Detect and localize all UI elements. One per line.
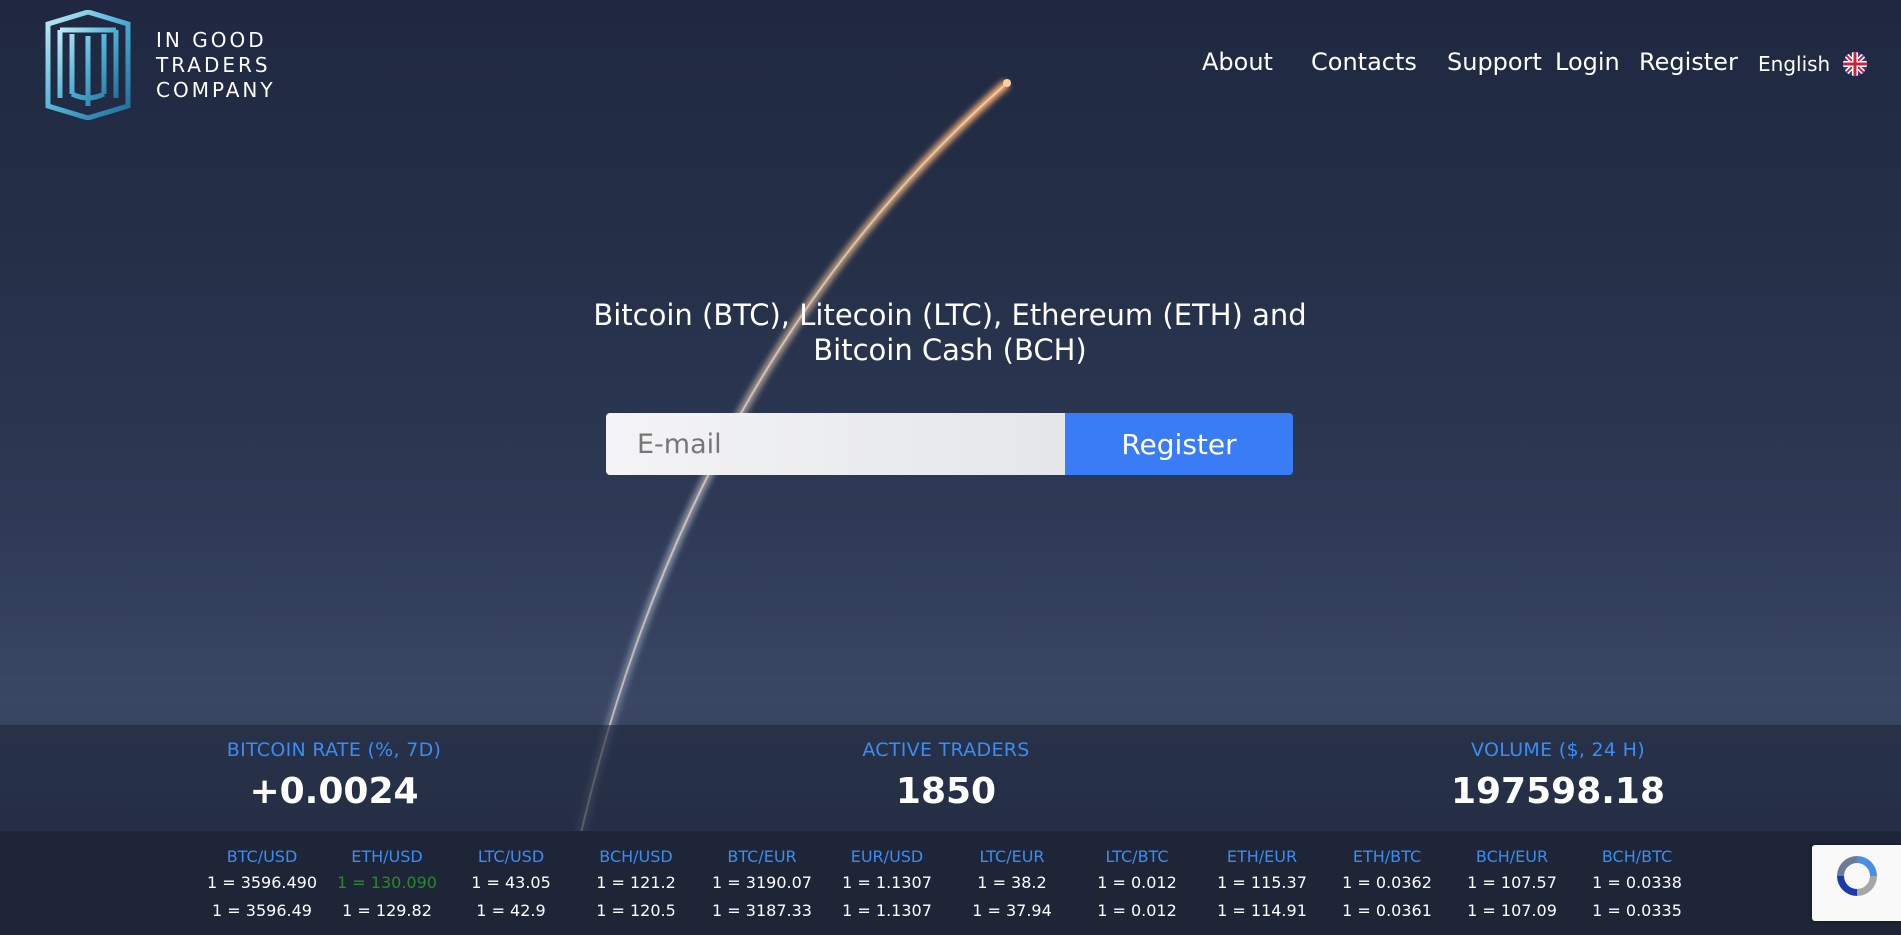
ticker-pair: EUR/USD 1 = 1.1307 1 = 1.1307 [822,847,952,925]
pair-rate-2: 1 = 114.91 [1217,901,1307,920]
pair-rate-1: 1 = 3190.07 [712,873,812,892]
pair-rate-2: 1 = 0.0361 [1342,901,1432,920]
ticker-pair: ETH/BTC 1 = 0.0362 1 = 0.0361 [1322,847,1452,925]
pair-rate-1: 1 = 3596.490 [206,873,318,892]
signup-form: Register [606,413,1293,475]
stat-bitcoin-rate: BITCOIN RATE (%, 7D) +0.0024 [154,739,514,812]
ticker-pair: ETH/USD 1 = 130.090 1 = 129.82 [322,847,452,925]
ticker-pair: BTC/USD 1 = 3596.490 1 = 3596.49 [197,847,327,925]
pair-name: ETH/EUR [1226,847,1298,866]
pair-rate-1: 1 = 115.37 [1217,873,1307,892]
pair-name: ETH/USD [351,847,423,866]
ticker-pair: LTC/BTC 1 = 0.012 1 = 0.012 [1072,847,1202,925]
nav-support[interactable]: Support [1447,48,1542,76]
pair-rate-2: 1 = 0.012 [1097,901,1177,920]
hero-headline: Bitcoin (BTC), Litecoin (LTC), Ethereum … [593,298,1307,367]
pair-name: BTC/USD [226,847,298,866]
pair-rate-1: 1 = 43.05 [471,873,551,892]
pair-name: LTC/BTC [1105,847,1169,866]
stat-label: VOLUME ($, 24 H) [1471,739,1645,761]
pair-rate-2: 1 = 37.94 [972,901,1052,920]
uk-flag-icon[interactable] [1843,52,1867,76]
nav-contacts[interactable]: Contacts [1311,48,1417,76]
pair-rate-2: 1 = 3187.33 [712,901,812,920]
pair-name: BCH/EUR [1475,847,1549,866]
register-button[interactable]: Register [1065,413,1293,475]
rates-ticker: BTC/USD 1 = 3596.490 1 = 3596.49 ETH/USD… [0,831,1901,935]
pair-rate-1: 1 = 0.0338 [1592,873,1682,892]
pair-name: BTC/EUR [727,847,797,866]
nav-login[interactable]: Login [1555,48,1620,76]
language-selector[interactable]: English [1758,52,1830,76]
recaptcha-badge[interactable] [1812,845,1901,921]
pair-rate-2: 1 = 3596.49 [212,901,312,920]
pair-rate-2: 1 = 129.82 [342,901,432,920]
pair-name: LTC/USD [477,847,545,866]
pair-rate-1: 1 = 130.090 [337,873,437,892]
pair-name: ETH/BTC [1352,847,1422,866]
pair-rate-1: 1 = 38.2 [977,873,1047,892]
pair-rate-1: 1 = 107.57 [1467,873,1557,892]
ticker-pair: LTC/EUR 1 = 38.2 1 = 37.94 [947,847,1077,925]
pair-name: LTC/EUR [979,847,1045,866]
stat-value: +0.0024 [249,771,419,812]
stats-band: BITCOIN RATE (%, 7D) +0.0024 ACTIVE TRAD… [0,725,1901,831]
pair-name: EUR/USD [850,847,924,866]
pair-rate-2: 1 = 1.1307 [842,901,932,920]
nav-about[interactable]: About [1202,48,1273,76]
stat-value: 197598.18 [1450,771,1666,812]
ticker-pair: BCH/EUR 1 = 107.57 1 = 107.09 [1447,847,1577,925]
nav-register[interactable]: Register [1639,48,1738,76]
ticker-pair: BCH/BTC 1 = 0.0338 1 = 0.0335 [1572,847,1702,925]
stat-active-traders: ACTIVE TRADERS 1850 [766,739,1126,812]
pair-rate-2: 1 = 107.09 [1467,901,1557,920]
pair-name: BCH/BTC [1601,847,1673,866]
pair-rate-1: 1 = 0.012 [1097,873,1177,892]
pair-rate-2: 1 = 42.9 [476,901,546,920]
main-nav: About Contacts Support Login Register En… [0,48,1901,82]
ticker-pair: BCH/USD 1 = 121.2 1 = 120.5 [571,847,701,925]
pair-name: BCH/USD [599,847,673,866]
stat-label: BITCOIN RATE (%, 7D) [226,739,442,761]
stat-label: ACTIVE TRADERS [862,739,1030,761]
recaptcha-icon [1837,856,1877,896]
pair-rate-1: 1 = 0.0362 [1342,873,1432,892]
pair-rate-2: 1 = 120.5 [596,901,676,920]
ticker-pair: BTC/EUR 1 = 3190.07 1 = 3187.33 [697,847,827,925]
email-input[interactable] [606,413,1065,475]
pair-rate-2: 1 = 0.0335 [1592,901,1682,920]
ticker-pair: ETH/EUR 1 = 115.37 1 = 114.91 [1197,847,1327,925]
stat-volume: VOLUME ($, 24 H) 197598.18 [1378,739,1738,812]
stat-value: 1850 [895,771,997,812]
ticker-pair: LTC/USD 1 = 43.05 1 = 42.9 [446,847,576,925]
pair-rate-1: 1 = 121.2 [596,873,676,892]
pair-rate-1: 1 = 1.1307 [842,873,932,892]
